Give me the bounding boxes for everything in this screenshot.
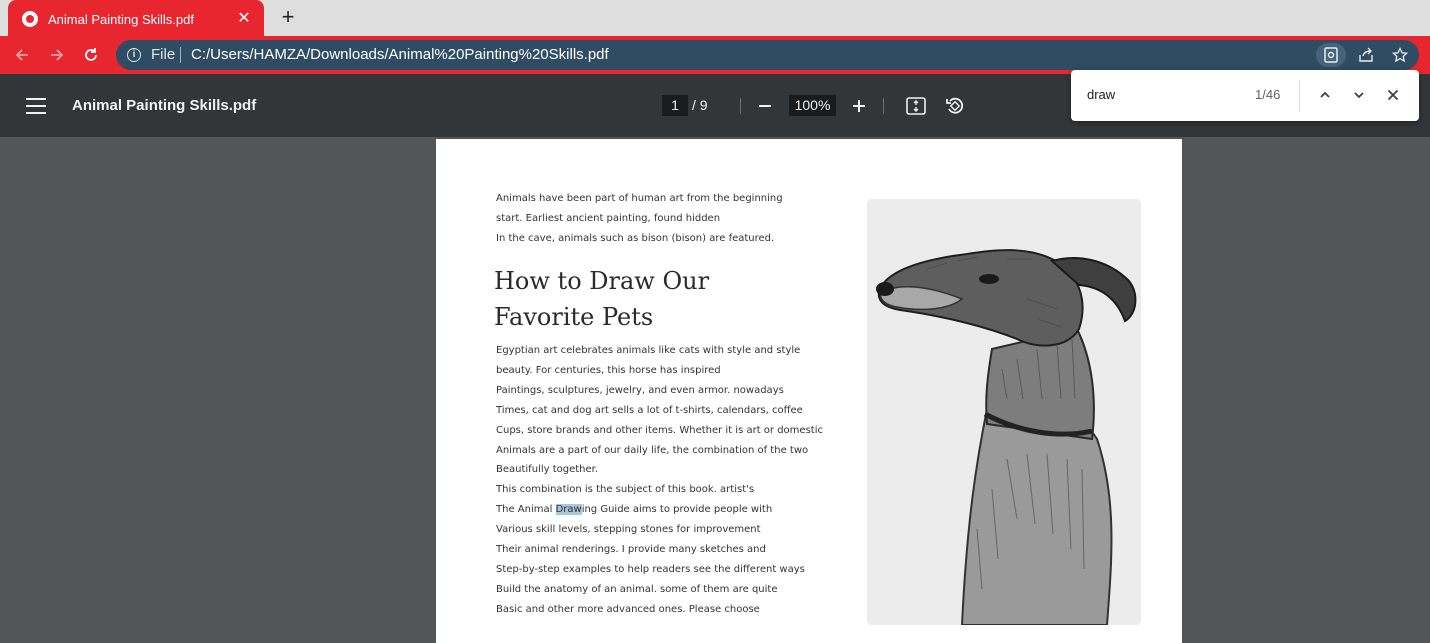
close-tab-icon[interactable]: ✕	[234, 9, 254, 29]
menu-icon[interactable]	[26, 98, 46, 114]
fit-page-icon	[906, 97, 926, 115]
fit-to-page-button[interactable]	[903, 93, 929, 119]
divider	[1299, 80, 1300, 112]
divider	[180, 47, 181, 63]
zoom-level-input[interactable]: 100%	[789, 95, 836, 116]
scheme-label: File	[151, 46, 176, 63]
find-input[interactable]: draw	[1087, 87, 1115, 102]
find-in-page-icon[interactable]	[1316, 43, 1346, 67]
zoom-out-button[interactable]	[752, 93, 778, 119]
back-button[interactable]	[10, 43, 34, 67]
text-fragment: The Animal	[496, 504, 556, 516]
document-title: Animal Painting Skills.pdf	[72, 97, 257, 114]
text-line: Their animal renderings. I provide many …	[496, 544, 766, 556]
plus-icon	[853, 100, 865, 112]
url-text[interactable]: C:/Users/HAMZA/Downloads/Animal%20Painti…	[191, 46, 609, 63]
chevron-up-icon	[1320, 91, 1330, 98]
heading-line: Favorite Pets	[494, 303, 654, 331]
text-line: start. Earliest ancient painting, found …	[496, 213, 721, 224]
rotate-icon	[946, 97, 964, 114]
bookmark-star-icon[interactable]	[1388, 43, 1412, 67]
text-line: Times, cat and dog art sells a lot of t-…	[496, 404, 803, 416]
text-line: beauty. For centuries, this horse has in…	[496, 364, 721, 376]
share-icon[interactable]	[1354, 43, 1378, 67]
browser-toolbar: i File C:/Users/HAMZA/Downloads/Animal%2…	[0, 36, 1430, 74]
intro-paragraph: Animals have been part of human art from…	[496, 189, 826, 249]
tab-title: Animal Painting Skills.pdf	[48, 11, 194, 27]
find-bar: draw 1/46	[1071, 70, 1419, 121]
tab-active[interactable]: Animal Painting Skills.pdf ✕	[8, 0, 264, 38]
page-total: / 9	[692, 97, 708, 113]
text-line: Egyptian art celebrates animals like cat…	[496, 345, 801, 356]
text-line: Beautifully together.	[496, 464, 599, 476]
page-number-input[interactable]: 1	[662, 95, 688, 116]
text-line: Basic and other more advanced ones. Plea…	[496, 603, 760, 615]
rotate-button[interactable]	[942, 93, 968, 119]
text-line: Animals are a part of our daily life, th…	[496, 444, 809, 456]
forward-button[interactable]	[45, 43, 69, 67]
address-bar[interactable]: i File C:/Users/HAMZA/Downloads/Animal%2…	[116, 40, 1419, 70]
text-line: This combination is the subject of this …	[496, 484, 755, 496]
dog-sketch-image	[867, 199, 1141, 625]
text-line: Build the anatomy of an animal. some of …	[496, 583, 778, 595]
minus-icon	[759, 105, 771, 107]
find-match-count: 1/46	[1255, 87, 1281, 102]
text-line: In the cave, animals such as bison (biso…	[496, 233, 775, 244]
text-line: Paintings, sculptures, jewelry, and even…	[496, 384, 784, 396]
text-line: Animals have been part of human art from…	[496, 193, 783, 204]
arrow-right-icon	[51, 49, 64, 61]
reload-icon	[85, 48, 97, 61]
chevron-down-icon	[1354, 92, 1364, 99]
text-line: Step-by-step examples to help readers se…	[496, 563, 805, 575]
new-tab-button[interactable]: +	[276, 6, 300, 30]
heading-line: How to Draw Our	[494, 267, 710, 295]
section-heading: How to Draw Our Favorite Pets	[494, 263, 824, 335]
tab-strip: Animal Painting Skills.pdf ✕ +	[0, 0, 1430, 38]
info-icon[interactable]: i	[127, 48, 141, 62]
divider	[740, 98, 741, 114]
text-line: Cups, store brands and other items. Whet…	[496, 424, 823, 436]
divider	[883, 98, 884, 114]
text-fragment: ing Guide aims to provide people with	[581, 504, 773, 516]
reload-button[interactable]	[79, 43, 103, 67]
close-icon	[1387, 89, 1399, 101]
pdf-page: Animals have been part of human art from…	[436, 139, 1182, 643]
body-paragraph: Egyptian art celebrates animals like cat…	[496, 341, 826, 620]
zoom-in-button[interactable]	[846, 93, 872, 119]
globe-icon	[22, 11, 38, 27]
find-close-button[interactable]	[1381, 83, 1405, 107]
text-line: Various skill levels, stepping stones fo…	[496, 524, 761, 536]
search-highlight: Draw	[555, 504, 582, 516]
find-next-button[interactable]	[1347, 83, 1371, 107]
find-previous-button[interactable]	[1313, 83, 1337, 107]
text-line-with-match: The Animal Drawing Guide aims to provide…	[496, 500, 826, 520]
arrow-left-icon	[15, 49, 28, 61]
